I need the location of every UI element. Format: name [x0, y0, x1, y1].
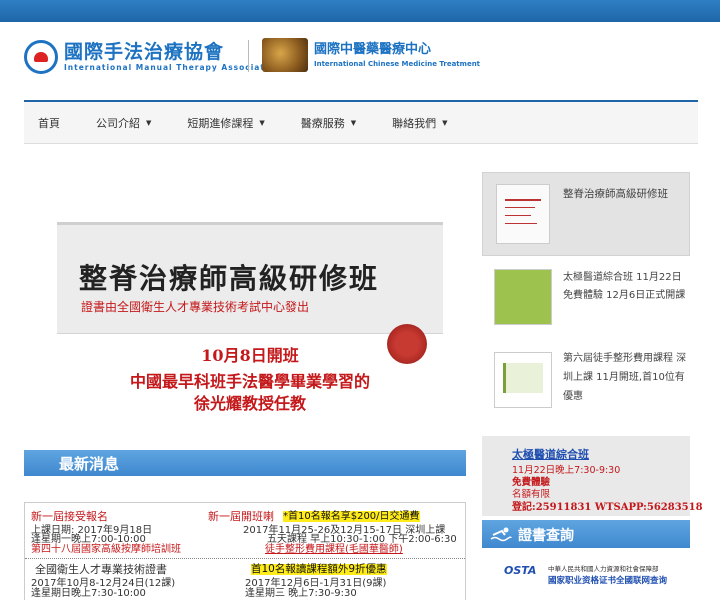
- caret-down-icon: ▼: [259, 118, 265, 127]
- swimmer-icon: [490, 527, 512, 542]
- news-c-title[interactable]: 全國衛生人才專業技術證書: [35, 564, 167, 575]
- taichi-title[interactable]: 太極醫道綜合班: [512, 446, 589, 462]
- sidebar-item-3-line1[interactable]: 第六屆徒手整形費用課程 深: [563, 352, 686, 366]
- top-bar: [0, 0, 720, 22]
- news-c-line2: 逢星期日晚上7:30-10:00: [31, 588, 146, 599]
- news-divider: [25, 558, 465, 559]
- news-panel: 新一屆接受報名 上課日期: 2017年9月18日 逢星期一晚上7:00-10:0…: [24, 502, 466, 600]
- imta-logo[interactable]: 國際手法治療協會 International Manual Therapy As…: [24, 38, 281, 76]
- icmt-logo[interactable]: 國際中醫藥醫療中心 International Chinese Medicine…: [262, 38, 480, 72]
- sidebar-item-2-line2: 免費體驗 12月6日正式開課: [563, 290, 686, 301]
- sidebar-item-2-line1[interactable]: 太極醫道綜合班 11月22日: [563, 271, 682, 285]
- caret-down-icon: ▼: [442, 118, 448, 127]
- icmt-name-en: International Chinese Medicine Treatment: [314, 60, 481, 68]
- caret-down-icon: ▼: [146, 118, 152, 127]
- banner-title: 整脊治療師高級研修班: [79, 262, 380, 295]
- caret-down-icon: ▼: [350, 118, 357, 127]
- news-b-title[interactable]: 新一屆開班喇: [208, 511, 274, 522]
- nav-about[interactable]: 公司介紹 ▼: [82, 115, 165, 131]
- nav-medical[interactable]: 醫療服務 ▼: [287, 115, 370, 131]
- nav-home-label: 首頁: [38, 116, 60, 130]
- taichi-promo[interactable]: 太極醫道綜合班 11月22日晚上7:30-9:30 免費體驗 名額有限 登記:2…: [482, 436, 703, 516]
- nav-contact[interactable]: 聯絡我們 ▼: [378, 115, 461, 131]
- cert-query-heading: 證書查詢: [518, 528, 574, 544]
- news-b-line3[interactable]: 徒手整形費用課程(毛國華醫師): [265, 544, 403, 555]
- nav-about-label: 公司介紹: [96, 116, 140, 130]
- course-banner[interactable]: 整脊治療師高級研修班 證書由全國衛生人才專業技術考試中心發出 10月8日開班 中…: [57, 222, 443, 418]
- main-nav: 首頁 公司介紹 ▼ 短期進修課程 ▼ 醫療服務 ▼ 聯絡我們 ▼: [24, 100, 698, 144]
- banner-header: 整脊治療師高級研修班 證書由全國衛生人才專業技術考試中心發出: [57, 222, 443, 334]
- sidebar-thumb-2[interactable]: [494, 269, 552, 325]
- news-b-highlight: *首10名報名享$200/日交通費: [283, 511, 420, 522]
- icmt-figure-icon: [262, 38, 308, 72]
- sidebar-thumb-1[interactable]: [496, 184, 550, 244]
- sidebar-item-1-label[interactable]: 整脊治療師高級研修班: [563, 187, 668, 201]
- sidebar-item-3-line2: 圳上課 11月開班,首10位有: [563, 372, 685, 383]
- news-heading: 最新消息: [59, 455, 120, 473]
- news-a-line3[interactable]: 第四十八屆國家高級按摩師培訓班: [31, 544, 181, 555]
- logo-divider: [248, 40, 249, 72]
- banner-start-date: 10月8日開班: [201, 346, 299, 365]
- banner-subtitle: 證書由全國衛生人才專業技術考試中心發出: [81, 300, 310, 314]
- nav-courses-label: 短期進修課程: [187, 116, 254, 130]
- sidebar-thumb-3[interactable]: [494, 352, 552, 408]
- nav-courses[interactable]: 短期進修課程 ▼: [173, 115, 278, 131]
- imta-badge-icon: [24, 40, 58, 74]
- osta-query-link[interactable]: 國家职业资格证书全國联网查询: [548, 574, 667, 586]
- news-a-title[interactable]: 新一屆接受報名: [31, 511, 108, 522]
- nav-contact-label: 聯絡我們: [392, 116, 437, 130]
- taichi-contact: 登記:25911831 WTSAPP:56283518: [512, 502, 703, 513]
- banner-line-3: 徐光耀教授任教: [193, 394, 306, 413]
- cert-query-heading-bar: 證書查詢: [482, 520, 690, 548]
- icmt-name-cn: 國際中醫藥醫療中心: [314, 42, 432, 57]
- banner-line-2: 中國最早科班手法醫學畢業學習的: [129, 372, 370, 391]
- osta-logo[interactable]: OSTA: [504, 564, 536, 577]
- news-heading-bar: 最新消息: [24, 450, 466, 476]
- nav-medical-label: 醫療服務: [300, 116, 345, 130]
- sidebar-item-3-line3: 優惠: [563, 391, 583, 402]
- news-d-highlight[interactable]: 首10名報讀課程額外9折優惠: [251, 564, 387, 575]
- nav-home[interactable]: 首頁: [24, 115, 74, 131]
- osta-ministry: 中華人民共和國人力資源和社會保障部: [548, 565, 659, 573]
- news-d-line2: 逢星期三 晚上7:30-9:30: [245, 588, 357, 599]
